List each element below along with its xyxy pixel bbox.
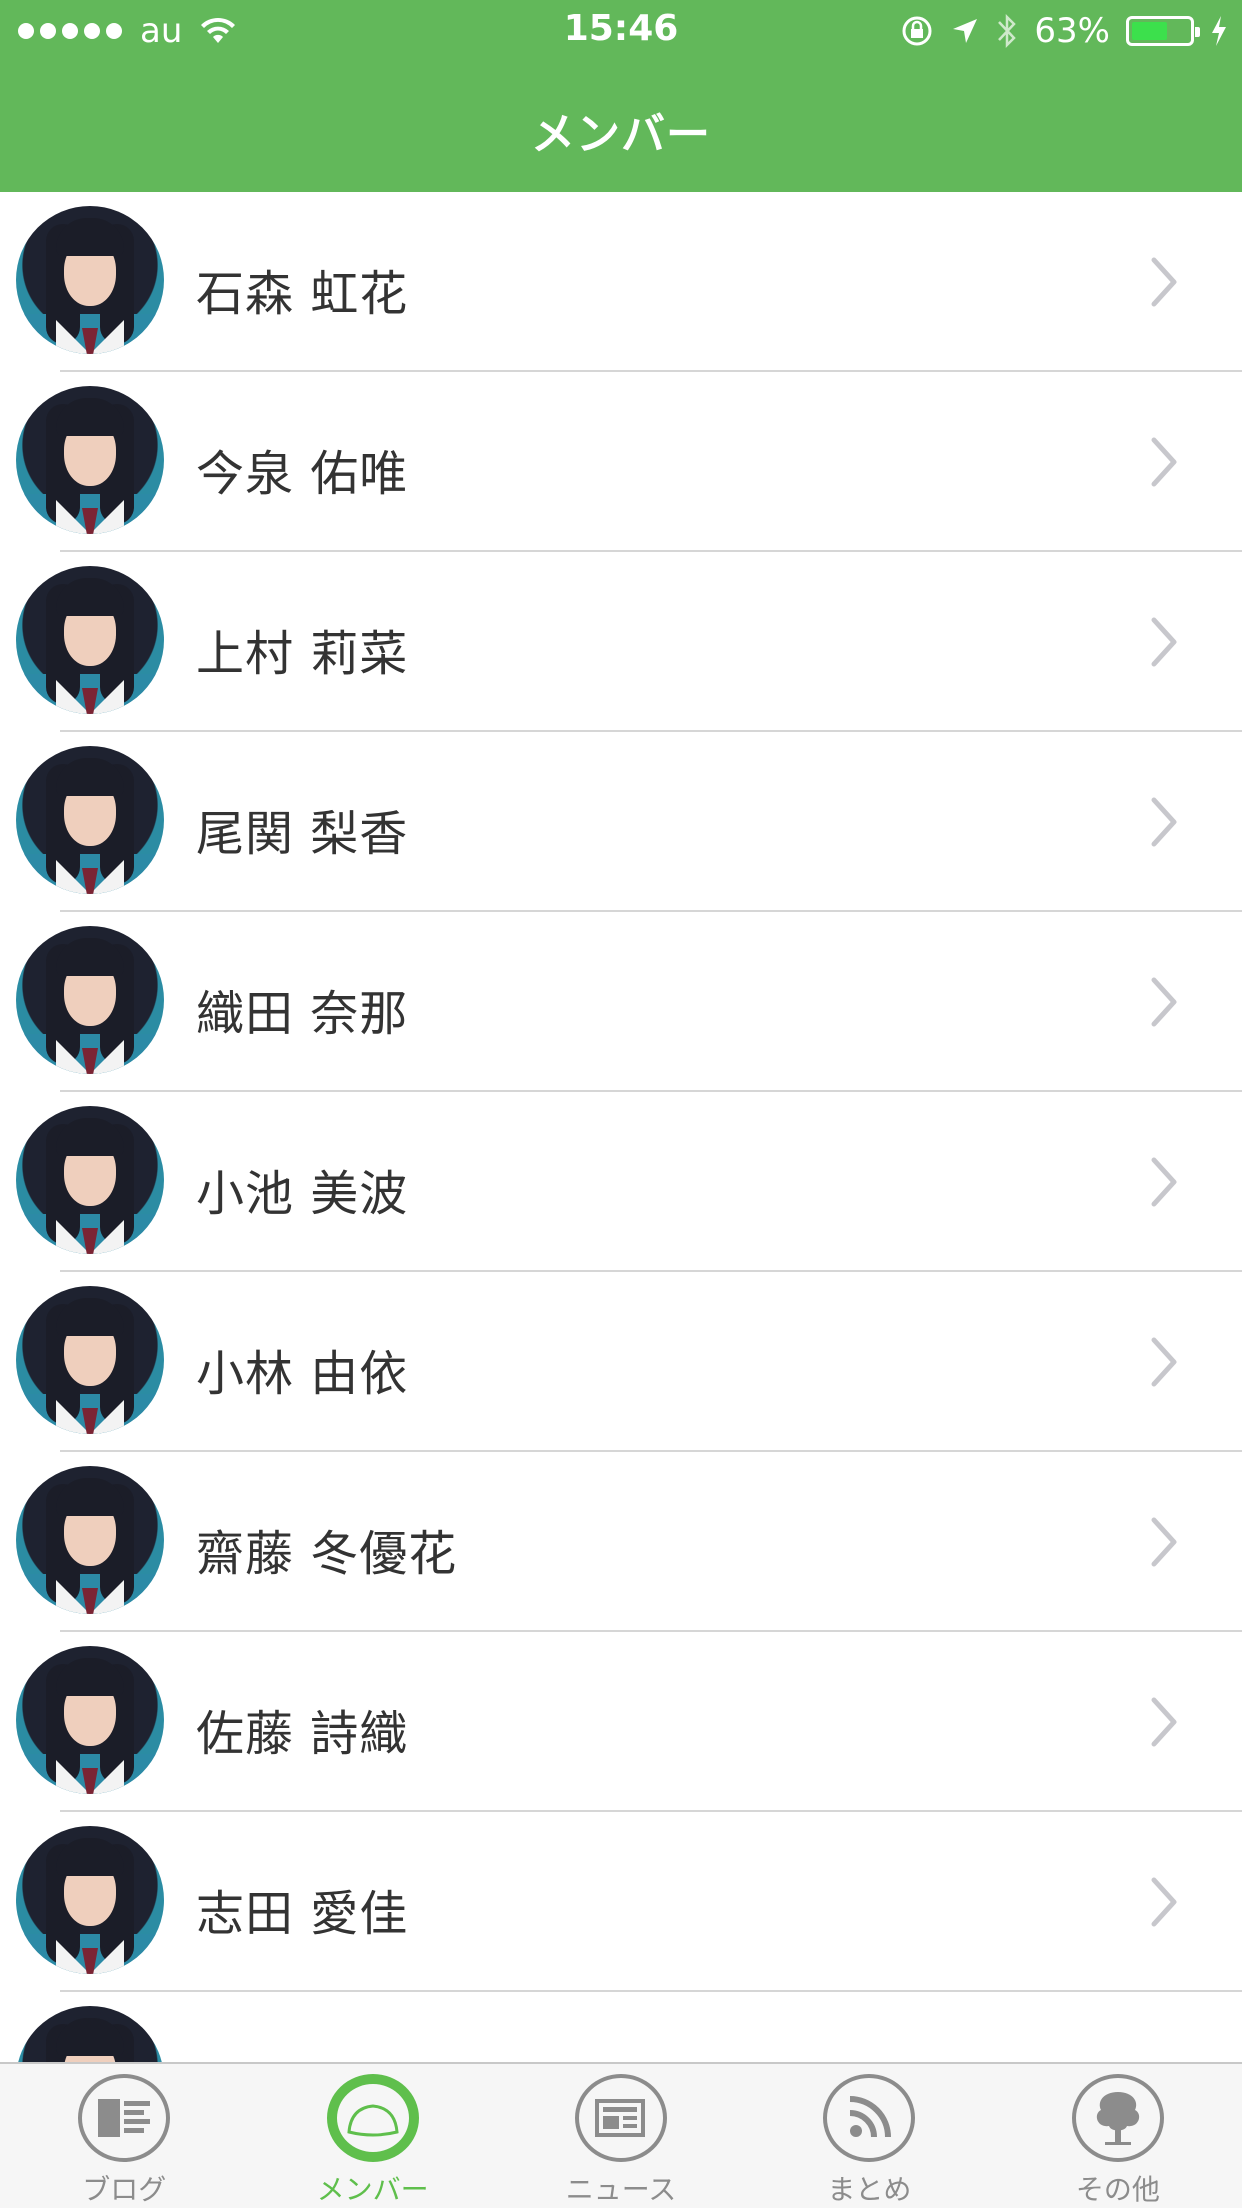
tab-news-label: ニュース [565,2173,677,2206]
tab-news[interactable]: ニュース [497,2064,745,2208]
tab-member[interactable]: メンバー [248,2064,496,2208]
avatar [16,1286,164,1434]
blog-icon [78,2074,171,2162]
avatar [16,1826,164,1974]
battery-percent: 63% [1034,11,1110,51]
battery-icon [1126,16,1200,46]
member-row[interactable]: 小池 美波 [0,1092,1242,1272]
chevron-right-icon [1151,437,1177,487]
member-row[interactable]: 織田 奈那 [0,912,1242,1092]
member-name: 齋藤 冬優花 [196,1526,458,1582]
screen: au 15:46 63% メンバー 石森 虹花 今泉 佑唯 上村 莉菜 尾関 梨… [0,0,1242,2208]
avatar [16,386,164,534]
avatar [16,2006,164,2062]
page-title: メンバー [531,109,711,160]
tab-summary-label: まとめ [827,2173,912,2206]
chevron-right-icon [1151,617,1177,667]
avatar [16,746,164,894]
avatar [16,1646,164,1794]
tab-blog-label: ブログ [82,2173,167,2206]
member-row[interactable]: 志田 愛佳 [0,1812,1242,1992]
avatar [16,926,164,1074]
member-name: 上村 莉菜 [196,626,409,682]
chevron-right-icon [1151,1157,1177,1207]
member-name: 志田 愛佳 [196,1886,409,1942]
news-icon [575,2074,668,2162]
header: au 15:46 63% メンバー [0,0,1242,192]
member-list[interactable]: 石森 虹花今泉 佑唯上村 莉菜尾関 梨香織田 奈那小池 美波小林 由依齋藤 冬優… [0,192,1242,2062]
member-name: 小林 由依 [196,1346,409,1402]
chevron-right-icon [1151,797,1177,847]
member-row[interactable]: 小林 由依 [0,1272,1242,1452]
member-row[interactable]: 佐藤 詩織 [0,1632,1242,1812]
chevron-right-icon [1151,257,1177,307]
member-row[interactable]: 石森 虹花 [0,192,1242,372]
status-right: 63% [900,10,1228,52]
tab-bar: ブログ メンバー ニュース まとめ その他 [0,2062,1242,2208]
member-name: 織田 奈那 [196,986,409,1042]
charging-icon [1212,16,1226,46]
tab-summary[interactable]: まとめ [745,2064,993,2208]
member-row[interactable]: 尾関 梨香 [0,732,1242,912]
member-name: 佐藤 詩織 [196,1706,409,1762]
member-row[interactable] [0,1992,1242,2062]
tab-member-label: メンバー [316,2173,429,2206]
avatar [16,566,164,714]
member-row[interactable]: 齋藤 冬優花 [0,1452,1242,1632]
bluetooth-icon [998,13,1017,49]
member-name: 小池 美波 [196,1166,409,1222]
tab-other-label: その他 [1075,2173,1160,2206]
avatar [16,1106,164,1254]
avatar [16,1466,164,1614]
chevron-right-icon [1151,1517,1177,1567]
status-bar: au 15:46 63% [0,0,1242,62]
tab-other[interactable]: その他 [994,2064,1242,2208]
member-icon [326,2074,419,2162]
member-row[interactable]: 今泉 佑唯 [0,372,1242,552]
chevron-right-icon [1151,1697,1177,1747]
location-icon [953,19,978,43]
tab-blog[interactable]: ブログ [0,2064,248,2208]
tree-icon [1071,2074,1164,2162]
chevron-right-icon [1151,1337,1177,1387]
chevron-right-icon [1151,1877,1177,1927]
member-row[interactable]: 上村 莉菜 [0,552,1242,732]
member-name: 石森 虹花 [196,266,409,322]
avatar [16,206,164,354]
rss-icon [823,2074,916,2162]
chevron-right-icon [1151,977,1177,1027]
member-name: 尾関 梨香 [196,806,409,862]
member-name: 今泉 佑唯 [196,446,409,502]
rotation-lock-icon [902,16,932,46]
